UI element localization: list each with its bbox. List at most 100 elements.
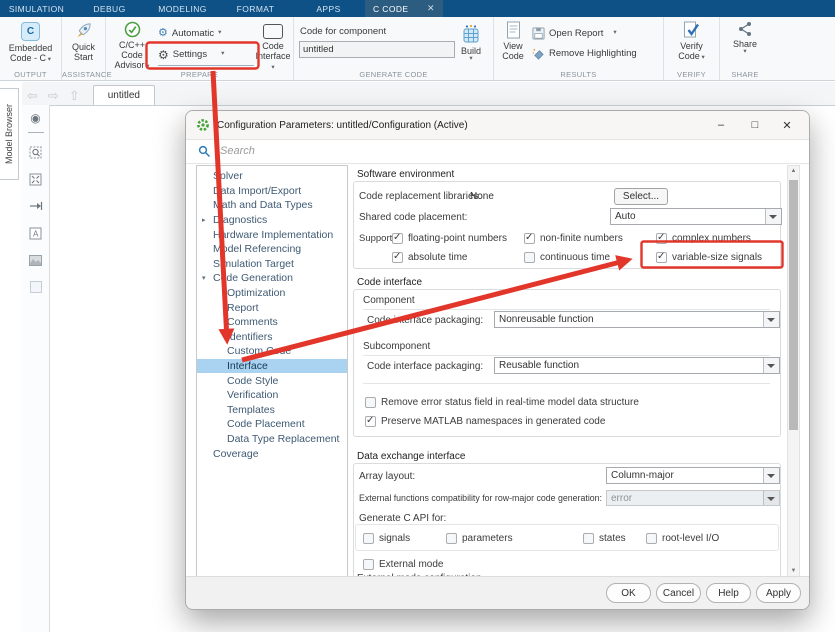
tree-item-data-type-replacement[interactable]: Data Type Replacement	[197, 432, 347, 447]
placeholder-box-icon[interactable]	[29, 280, 43, 294]
tree-item-verification[interactable]: Verification	[197, 388, 347, 403]
checkbox-variable-size-signals[interactable]: variable-size signals	[656, 250, 762, 264]
tab-c-code[interactable]: C CODE ✕	[365, 0, 443, 17]
tree-item-templates[interactable]: Templates	[197, 403, 347, 418]
tree-item-diagnostics[interactable]: ▸Diagnostics	[197, 213, 347, 228]
select-button[interactable]: Select...	[614, 188, 668, 205]
back-icon[interactable]: ⇦	[27, 89, 38, 102]
tab-close-icon[interactable]: ✕	[427, 3, 435, 14]
checkbox-box[interactable]	[656, 252, 667, 263]
dropdown-arrow-icon[interactable]	[763, 358, 779, 373]
image-icon[interactable]	[29, 253, 43, 267]
maximize-button[interactable]: □	[745, 111, 765, 139]
checkbox-box[interactable]	[656, 233, 667, 244]
tree-item-identifiers[interactable]: Identifiers	[197, 330, 347, 345]
tab-format[interactable]: FORMAT	[219, 0, 292, 17]
minimize-button[interactable]: –	[711, 111, 731, 139]
tab-apps[interactable]: APPS	[292, 0, 365, 17]
tree-item-code-placement[interactable]: Code Placement	[197, 417, 347, 432]
automatic-icon: ⚙	[158, 28, 168, 39]
checkbox-external-mode[interactable]: External mode	[363, 557, 443, 571]
tree-item-model-referencing[interactable]: Model Referencing	[197, 242, 347, 257]
embedded-code-button[interactable]: Embedded Code - C	[0, 17, 61, 63]
signal-arrow-icon[interactable]	[29, 199, 43, 213]
tab-modeling[interactable]: MODELING	[146, 0, 219, 17]
checkbox-remove-error-status[interactable]: Remove error status field in real-time m…	[365, 395, 639, 409]
scroll-down-icon[interactable]: ▼	[788, 566, 799, 576]
tree-item-hardware-implementation[interactable]: Hardware Implementation	[197, 227, 347, 242]
checkbox-box[interactable]	[363, 559, 374, 570]
help-button[interactable]: Help	[706, 583, 751, 603]
annotation-icon[interactable]: A	[29, 226, 43, 240]
dropdown-arrow-icon[interactable]	[763, 312, 779, 327]
tree-item-solver[interactable]: Solver	[197, 169, 347, 184]
tree-item-optimization[interactable]: Optimization	[197, 286, 347, 301]
quick-start-button[interactable]: Quick Start	[62, 17, 105, 62]
cancel-button[interactable]: Cancel	[656, 583, 701, 603]
apply-button[interactable]: Apply	[756, 583, 801, 603]
share-button[interactable]: Share ▾	[720, 17, 770, 56]
dropdown-arrow-icon[interactable]	[763, 468, 779, 483]
tree-item-code-style[interactable]: Code Style	[197, 373, 347, 388]
content-scrollbar[interactable]: ▲ ▼	[787, 165, 800, 577]
checkbox-continuous-time[interactable]: continuous time	[524, 250, 610, 264]
checkbox-box[interactable]	[524, 252, 535, 263]
remove-highlighting-button[interactable]: Remove Highlighting	[532, 46, 637, 61]
fit-to-view-icon[interactable]	[29, 172, 43, 186]
tree-item-interface[interactable]: Interface	[197, 359, 347, 374]
open-report-label: Open Report	[549, 28, 603, 39]
subcomponent-packaging-dropdown[interactable]: Reusable function	[494, 357, 780, 374]
open-report-button[interactable]: Open Report ▾	[532, 26, 637, 41]
checkbox-states[interactable]: states	[583, 531, 626, 545]
checkbox-parameters[interactable]: parameters	[446, 531, 513, 545]
component-name-input[interactable]	[299, 41, 455, 58]
scroll-up-icon[interactable]: ▲	[788, 166, 799, 176]
zoom-region-icon[interactable]	[29, 145, 43, 159]
ok-button[interactable]: OK	[606, 583, 651, 603]
tree-item-report[interactable]: Report	[197, 300, 347, 315]
checkbox-complex-numbers[interactable]: complex numbers	[656, 231, 751, 245]
checkbox-non-finite-numbers[interactable]: non-finite numbers	[524, 231, 623, 245]
checkbox-box[interactable]	[646, 533, 657, 544]
tree-item-code-generation[interactable]: ▾Code Generation	[197, 271, 347, 286]
tab-debug[interactable]: DEBUG	[73, 0, 146, 17]
checkbox-box[interactable]	[583, 533, 594, 544]
checkbox-box[interactable]	[365, 416, 376, 427]
tree-item-custom-code[interactable]: Custom Code	[197, 344, 347, 359]
checkbox-box[interactable]	[363, 533, 374, 544]
forward-icon[interactable]: ⇨	[48, 89, 59, 102]
tab-simulation[interactable]: SIMULATION	[0, 0, 73, 17]
tree-item-math-data-types[interactable]: Math and Data Types	[197, 198, 347, 213]
checkbox-box[interactable]	[392, 252, 403, 263]
checkbox-box[interactable]	[365, 397, 376, 408]
configuration-parameters-dialog: Configuration Parameters: untitled/Confi…	[185, 110, 810, 610]
checkbox-preserve-namespaces[interactable]: Preserve MATLAB namespaces in generated …	[365, 414, 605, 428]
checkbox-box[interactable]	[392, 233, 403, 244]
verify-code-button[interactable]: Verify Code	[664, 17, 719, 61]
build-button[interactable]: Build ▾	[453, 20, 489, 63]
dialog-search-bar	[186, 139, 809, 164]
checkbox-root-level-io[interactable]: root-level I/O	[646, 531, 719, 545]
close-button[interactable]: ✕	[777, 111, 797, 139]
document-tab-untitled[interactable]: untitled	[93, 85, 155, 105]
tree-item-coverage[interactable]: Coverage	[197, 446, 347, 461]
automatic-button[interactable]: ⚙ Automatic ▾	[158, 26, 254, 41]
shared-code-placement-dropdown[interactable]: Auto	[610, 208, 782, 225]
checkbox-floating-point-numbers[interactable]: floating-point numbers	[392, 231, 507, 245]
component-packaging-dropdown[interactable]: Nonreusable function	[494, 311, 780, 328]
scrollbar-thumb[interactable]	[789, 180, 798, 430]
tree-item-data-import-export[interactable]: Data Import/Export	[197, 184, 347, 199]
tree-item-simulation-target[interactable]: Simulation Target	[197, 257, 347, 272]
checkbox-absolute-time[interactable]: absolute time	[392, 250, 467, 264]
dropdown-arrow-icon[interactable]	[765, 209, 781, 224]
checkbox-signals[interactable]: signals	[363, 531, 410, 545]
array-layout-dropdown[interactable]: Column-major	[606, 467, 780, 484]
checkbox-box[interactable]	[446, 533, 457, 544]
settings-button[interactable]: ⚙ Settings ▾	[158, 47, 254, 66]
tree-item-comments[interactable]: Comments	[197, 315, 347, 330]
checkbox-box[interactable]	[524, 233, 535, 244]
search-input[interactable]	[218, 144, 522, 158]
up-icon[interactable]: ⇧	[69, 89, 80, 102]
hide-markup-icon[interactable]: ◉	[29, 111, 43, 125]
model-browser-tab[interactable]: Model Browser	[0, 88, 19, 180]
